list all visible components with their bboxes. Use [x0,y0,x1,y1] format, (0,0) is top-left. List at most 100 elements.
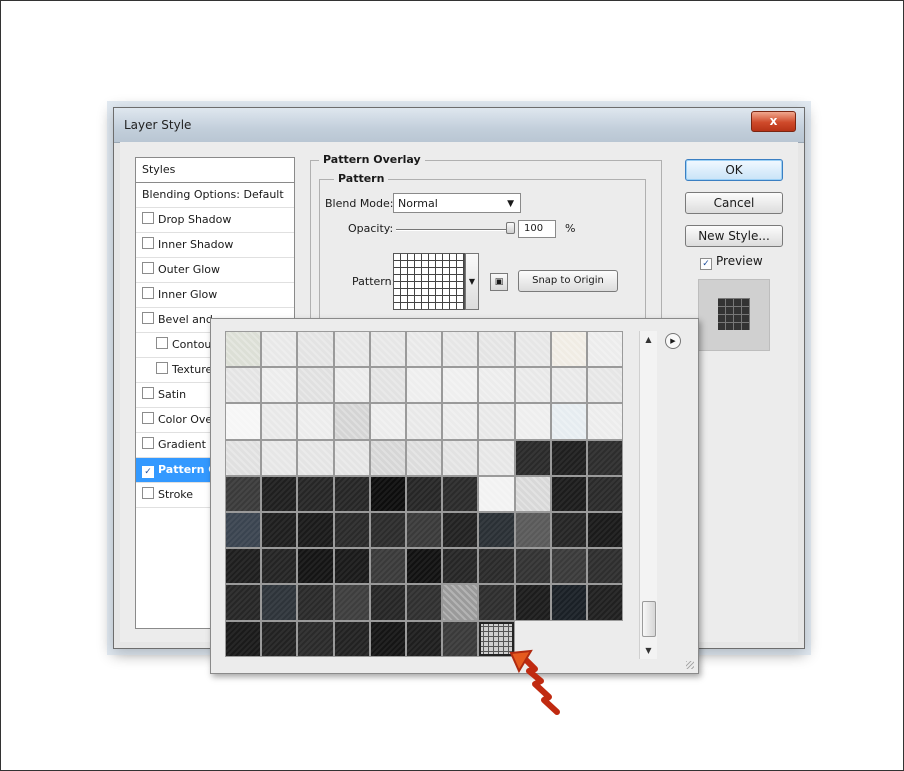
cancel-button[interactable]: Cancel [685,192,783,214]
opacity-input[interactable]: 100 [518,220,556,238]
styles-header[interactable]: Styles [136,158,294,183]
pattern-tile[interactable] [442,403,479,440]
style-checkbox[interactable] [142,262,154,274]
pattern-tile[interactable] [586,548,624,585]
pattern-tile[interactable] [514,475,551,512]
pattern-tile[interactable] [405,548,443,585]
scroll-down-arrow-icon[interactable]: ▼ [640,642,657,659]
pattern-tile[interactable] [550,439,587,476]
pattern-tile[interactable] [261,331,298,368]
preview-checkbox[interactable]: ✓ [700,258,712,270]
style-checkbox[interactable] [142,387,154,399]
pattern-tile[interactable] [225,403,262,440]
pattern-tile[interactable] [297,439,334,476]
pattern-tile[interactable] [333,548,370,585]
pattern-tile[interactable] [369,331,406,368]
style-item[interactable]: Outer Glow [136,258,294,283]
snap-to-origin-button[interactable]: Snap to Origin [518,270,618,292]
style-item[interactable]: Inner Glow [136,283,294,308]
preview-toggle[interactable]: ✓ Preview [700,254,763,270]
pattern-tile[interactable] [550,367,587,404]
pattern-swatch[interactable] [393,253,465,310]
pattern-tile[interactable] [261,620,298,657]
pattern-tile[interactable] [297,620,334,657]
pattern-tile[interactable] [514,548,551,585]
pattern-tile[interactable] [297,331,334,368]
pattern-tile[interactable] [586,367,624,404]
pattern-dropdown-button[interactable]: ▼ [465,253,479,310]
pattern-tile[interactable] [514,403,551,440]
pattern-tile[interactable] [333,367,370,404]
pattern-tile[interactable] [333,439,370,476]
ok-button[interactable]: OK [685,159,783,181]
title-bar[interactable]: Layer Style x [114,108,804,143]
new-style-button[interactable]: New Style... [685,225,783,247]
scroll-up-arrow-icon[interactable]: ▲ [640,331,657,348]
new-preset-icon[interactable]: ▣ [490,273,508,291]
pattern-tile[interactable] [478,475,515,512]
pattern-tile[interactable] [369,584,406,621]
pattern-tile[interactable] [405,620,443,657]
pattern-tile[interactable] [514,331,551,368]
pattern-tile[interactable] [225,439,262,476]
picker-scrollbar[interactable]: ▲ ▼ [639,331,657,659]
pattern-tile[interactable] [586,511,624,549]
pattern-tile[interactable] [514,439,551,476]
close-button[interactable]: x [751,111,796,132]
pattern-tile[interactable] [369,620,406,657]
pattern-tile[interactable] [442,584,479,621]
pattern-tile[interactable] [586,439,624,476]
pattern-tile[interactable] [369,367,406,404]
pattern-tile[interactable] [514,511,551,549]
pattern-tile[interactable] [261,439,298,476]
pattern-tile[interactable] [478,403,515,440]
pattern-tile[interactable] [478,511,515,549]
pattern-tile[interactable] [297,584,334,621]
scroll-thumb[interactable] [642,601,656,637]
pattern-tile[interactable] [550,331,587,368]
pattern-tile[interactable] [478,439,515,476]
pattern-tile[interactable] [550,475,587,512]
style-checkbox[interactable] [142,212,154,224]
pattern-tile[interactable] [405,475,443,512]
pattern-tile[interactable] [405,439,443,476]
style-checkbox[interactable] [142,412,154,424]
style-checkbox[interactable]: ✓ [142,466,154,478]
pattern-tile[interactable] [369,475,406,512]
pattern-tile[interactable] [586,331,624,368]
pattern-tile[interactable] [225,548,262,585]
pattern-tile[interactable] [586,475,624,512]
style-checkbox[interactable] [142,287,154,299]
pattern-tile[interactable] [225,367,262,404]
pattern-tile[interactable] [297,403,334,440]
pattern-tile[interactable] [478,367,515,404]
style-item[interactable]: Inner Shadow [136,233,294,258]
pattern-tile[interactable] [297,548,334,585]
style-checkbox[interactable] [142,437,154,449]
pattern-tile[interactable] [333,511,370,549]
style-checkbox[interactable] [156,337,168,349]
opacity-slider-thumb[interactable] [506,222,515,234]
pattern-tile[interactable] [261,548,298,585]
pattern-tile[interactable] [405,403,443,440]
pattern-tile[interactable] [442,331,479,368]
pattern-tile[interactable] [442,367,479,404]
pattern-tile[interactable] [333,403,370,440]
pattern-tile[interactable] [514,584,551,621]
pattern-tile[interactable] [225,475,262,512]
pattern-tile[interactable] [261,403,298,440]
pattern-tile[interactable] [261,584,298,621]
pattern-tile[interactable] [297,511,334,549]
pattern-tile[interactable] [442,548,479,585]
pattern-tile[interactable] [333,584,370,621]
pattern-tile[interactable] [297,475,334,512]
pattern-tile[interactable] [225,331,262,368]
pattern-tile[interactable] [442,439,479,476]
pattern-tile[interactable] [333,620,370,657]
pattern-tile[interactable] [369,548,406,585]
style-checkbox[interactable] [142,312,154,324]
blending-options-item[interactable]: Blending Options: Default [136,183,294,208]
pattern-tile[interactable] [261,367,298,404]
pattern-tile[interactable] [514,367,551,404]
pattern-tile[interactable] [550,511,587,549]
